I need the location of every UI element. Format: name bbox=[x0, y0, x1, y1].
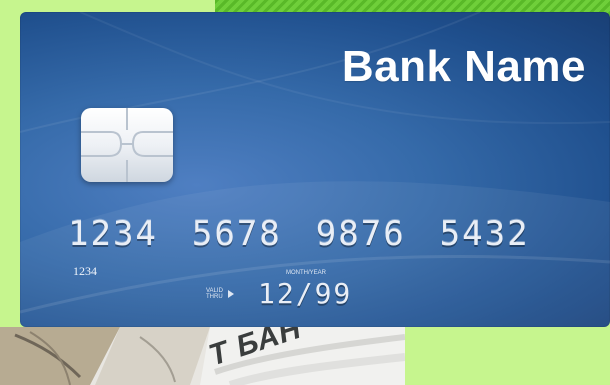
valid-thru: VALID THRU bbox=[206, 288, 234, 300]
valid-thru-label: VALID THRU bbox=[206, 288, 223, 300]
credit-card: Bank Name 1234 5678 9876 5432 1234 VALID… bbox=[20, 12, 610, 327]
card-number-group-1: 1234 bbox=[68, 214, 158, 254]
bank-name: Bank Name bbox=[341, 42, 586, 91]
card-number-group-4: 5432 bbox=[439, 214, 530, 254]
card-number: 1234 5678 9876 5432 bbox=[68, 214, 530, 254]
card-small-number: 1234 bbox=[73, 264, 97, 278]
arrow-right-icon bbox=[228, 290, 234, 298]
banknotes-image: T БАН bbox=[0, 327, 405, 385]
month-year-label: MONTH/YEAR bbox=[286, 270, 327, 276]
card-number-group-2: 5678 bbox=[191, 214, 282, 254]
banknotes-graphic bbox=[0, 327, 405, 385]
expiry-date: 12/99 bbox=[258, 277, 353, 310]
chip-icon bbox=[81, 108, 173, 182]
card-number-group-3: 9876 bbox=[315, 214, 406, 254]
